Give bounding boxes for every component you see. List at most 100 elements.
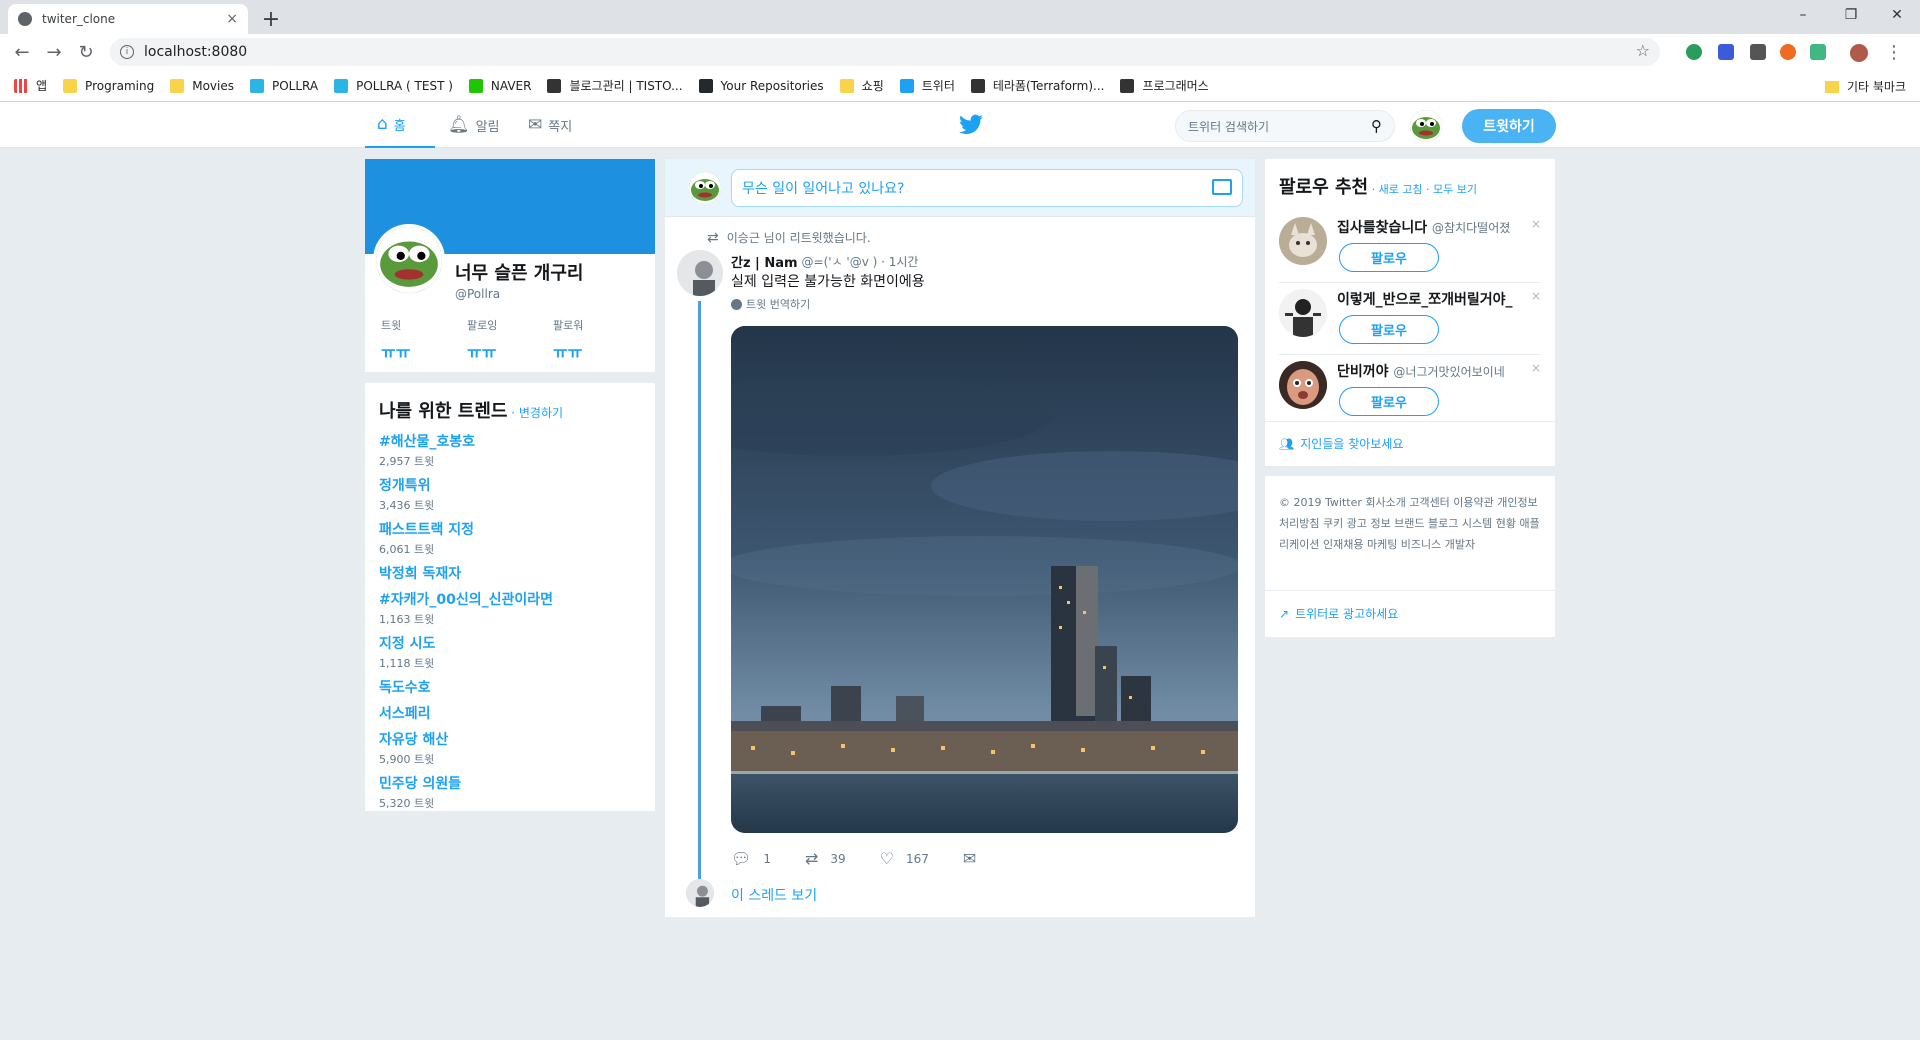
nav-notifications[interactable]: 🔔︎ 알림 bbox=[448, 102, 500, 148]
trend-item[interactable]: #해산물_호봉호 2,957 트윗 bbox=[379, 431, 641, 469]
message-button[interactable]: ✉ bbox=[963, 849, 988, 868]
stat-followers[interactable]: 팔로워 ㅠㅠ bbox=[553, 317, 583, 363]
close-window-button[interactable]: ✕ bbox=[1874, 0, 1920, 30]
trend-item[interactable]: 지정 시도 1,118 트윗 bbox=[379, 633, 641, 671]
info-icon[interactable]: i bbox=[120, 45, 134, 59]
dismiss-icon[interactable]: × bbox=[1531, 361, 1541, 375]
stat-tweets[interactable]: 트윗 ㅠㅠ bbox=[381, 317, 410, 363]
find-friends-link[interactable]: 👥︎ 지인들을 찾아보세요 bbox=[1279, 435, 1403, 452]
view-all-link[interactable]: · 모두 보기 bbox=[1423, 183, 1477, 196]
dismiss-icon[interactable]: × bbox=[1531, 217, 1541, 231]
m-icon bbox=[250, 78, 264, 93]
home-icon: ⌂ bbox=[377, 114, 388, 134]
profile-handle[interactable]: @Pollra bbox=[455, 287, 500, 301]
avatar[interactable] bbox=[686, 879, 714, 907]
follow-button[interactable]: 팔로우 bbox=[1339, 387, 1439, 416]
suggestion-name[interactable]: 이렇게_반으로_쪼개버릴거야_ bbox=[1337, 289, 1522, 309]
profile-name[interactable]: 너무 슬픈 개구리 bbox=[455, 259, 583, 285]
like-button[interactable]: ♡ 167 bbox=[880, 849, 929, 868]
trends-change-link[interactable]: · 변경하기 bbox=[507, 406, 563, 420]
search-icon[interactable]: ⚲ bbox=[1371, 117, 1382, 135]
bookmark-item[interactable]: POLLRA bbox=[250, 77, 318, 94]
bookmark-item[interactable]: 블로그관리 | TISTO... bbox=[547, 77, 683, 94]
trend-item[interactable]: #자캐가_00신의_신관이라면 1,163 트윗 bbox=[379, 589, 641, 627]
compose-input[interactable]: 무슨 일이 일어나고 있나요? bbox=[731, 169, 1243, 207]
refresh-link[interactable]: · 새로 고침 bbox=[1368, 183, 1423, 196]
bookmark-other[interactable]: 기타 북마크 bbox=[1824, 78, 1906, 95]
minimize-button[interactable]: – bbox=[1780, 0, 1826, 30]
bookmark-apps[interactable]: 앱 bbox=[14, 77, 47, 94]
avatar bbox=[689, 172, 721, 204]
extension-orange-icon[interactable] bbox=[1780, 44, 1796, 60]
new-tab-button[interactable]: + bbox=[258, 6, 284, 32]
bookmark-item[interactable]: 트위터 bbox=[899, 77, 955, 94]
dismiss-icon[interactable]: × bbox=[1531, 289, 1541, 303]
menu-icon[interactable]: ⋮ bbox=[1882, 40, 1906, 64]
avatar[interactable] bbox=[1279, 217, 1327, 265]
trend-item[interactable]: 민주당 의원들 5,320 트윗 bbox=[379, 773, 641, 811]
avatar[interactable] bbox=[1410, 110, 1442, 142]
search-input[interactable]: 트위터 검색하기 ⚲ bbox=[1175, 110, 1395, 142]
retweet-button[interactable]: ⇄ 39 bbox=[805, 849, 846, 868]
forward-icon[interactable]: → bbox=[42, 40, 66, 64]
bookmark-item[interactable]: 쇼핑 bbox=[839, 77, 884, 94]
nav-messages[interactable]: ✉ 쪽지 bbox=[528, 102, 572, 148]
bookmark-item[interactable]: 테라폼(Terraform)... bbox=[970, 77, 1104, 94]
maximize-button[interactable]: ❐ bbox=[1828, 0, 1874, 30]
address-bar[interactable]: i localhost:8080 ☆ bbox=[110, 38, 1660, 66]
browser-tab[interactable]: twiter_clone × bbox=[8, 4, 248, 34]
suggestion-name[interactable]: 단비꺼야 @너그거맛있어보이네 bbox=[1337, 361, 1522, 381]
tweet-handle[interactable]: @=('ㅅ '@v ) · 1시간 bbox=[802, 253, 919, 270]
trend-item[interactable]: 서스페리 bbox=[379, 703, 641, 723]
envelope-icon: ✉ bbox=[962, 849, 977, 868]
extension-vue-icon[interactable] bbox=[1810, 44, 1826, 60]
image-upload-icon[interactable] bbox=[1212, 179, 1232, 195]
follow-button[interactable]: 팔로우 bbox=[1339, 243, 1439, 272]
close-tab-icon[interactable]: × bbox=[226, 11, 238, 27]
bookmark-item[interactable]: Movies bbox=[170, 77, 234, 94]
bookmark-star-icon[interactable]: ☆ bbox=[1636, 41, 1650, 60]
trend-count: 6,061 트윗 bbox=[379, 543, 435, 556]
trend-item[interactable]: 독도수호 bbox=[379, 677, 641, 697]
bookmark-label: POLLRA bbox=[272, 78, 319, 93]
profile-avatar-icon[interactable] bbox=[1850, 44, 1868, 62]
show-thread-link[interactable]: 이 스레드 보기 bbox=[731, 885, 817, 905]
follow-button[interactable]: 팔로우 bbox=[1339, 315, 1439, 344]
tistory-icon bbox=[547, 78, 562, 93]
bookmark-item[interactable]: Your Repositories bbox=[698, 77, 824, 94]
trend-item[interactable]: 박정희 독재자 bbox=[379, 563, 641, 583]
trend-item[interactable]: 자유당 해산 5,900 트윗 bbox=[379, 729, 641, 767]
translate-link[interactable]: 트윗 번역하기 bbox=[731, 296, 810, 312]
trend-count: 2,957 트윗 bbox=[379, 455, 435, 468]
avatar[interactable] bbox=[1279, 361, 1327, 409]
trend-count: 1,163 트윗 bbox=[379, 613, 435, 626]
bookmark-item[interactable]: POLLRA ( TEST ) bbox=[334, 77, 453, 94]
trend-item[interactable]: 패스트트랙 지정 6,061 트윗 bbox=[379, 519, 641, 557]
bookmark-item[interactable]: Programing bbox=[63, 77, 154, 94]
tweet-button[interactable]: 트윗하기 bbox=[1462, 109, 1556, 143]
footer-links[interactable]: © 2019 Twitter 회사소개 고객센터 이용약관 개인정보 처리방침 … bbox=[1279, 492, 1541, 555]
trend-item[interactable]: 정개특위 3,436 트윗 bbox=[379, 475, 641, 513]
browser-tabstrip: twiter_clone × + – ❐ ✕ bbox=[0, 0, 1920, 34]
avatar[interactable] bbox=[677, 250, 723, 296]
bookmark-item[interactable]: 프로그래머스 bbox=[1120, 77, 1209, 94]
tweet-author[interactable]: 간z | Nam bbox=[731, 252, 798, 271]
extension-pen-icon[interactable] bbox=[1750, 44, 1766, 60]
suggestion-name[interactable]: 집사를찾습니다 @참치다떨어졌 bbox=[1337, 217, 1522, 237]
advertise-link[interactable]: ↗ 트위터로 광고하세요 bbox=[1279, 605, 1398, 622]
back-icon[interactable]: ← bbox=[10, 40, 34, 64]
stat-following[interactable]: 팔로잉 ㅠㅠ bbox=[467, 317, 497, 363]
bookmark-item[interactable]: NAVER bbox=[468, 77, 531, 94]
person-photo-icon bbox=[1279, 289, 1327, 337]
follow-suggestion: 이렇게_반으로_쪼개버릴거야_ × 팔로우 bbox=[1279, 283, 1541, 355]
extension-globe-icon[interactable] bbox=[1686, 44, 1702, 60]
bookmark-label: Your Repositories bbox=[720, 78, 824, 93]
reload-icon[interactable]: ↻ bbox=[74, 40, 98, 64]
reply-button[interactable]: 💬︎ 1 bbox=[731, 849, 771, 868]
twitter-logo-icon[interactable] bbox=[958, 112, 984, 138]
profile-avatar[interactable] bbox=[373, 224, 445, 296]
tweet-image[interactable] bbox=[731, 326, 1238, 833]
avatar[interactable] bbox=[1279, 289, 1327, 337]
extension-grid-icon[interactable] bbox=[1718, 44, 1734, 60]
nav-home[interactable]: ⌂ 홈 bbox=[365, 102, 435, 148]
